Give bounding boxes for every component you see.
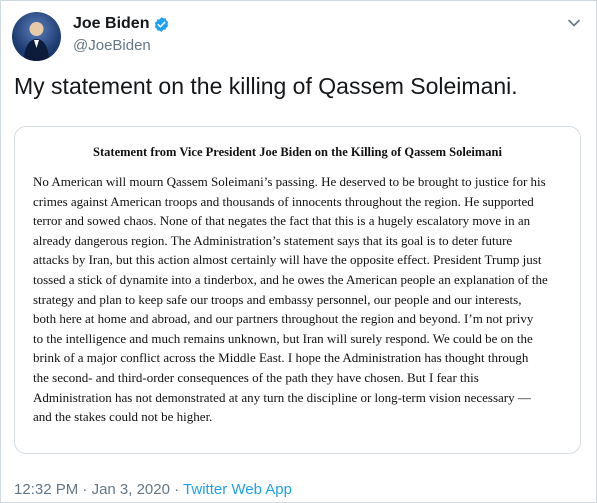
statement-title: Statement from Vice President Joe Biden … <box>93 145 502 159</box>
tweet-source-link[interactable]: Twitter Web App <box>183 481 292 498</box>
avatar-photo-icon <box>24 22 49 61</box>
statement-line: tossed a stick of dynamite into a tinder… <box>33 271 548 287</box>
author-name[interactable]: Joe Biden <box>73 15 170 33</box>
statement-line: No American will mourn Qassem Soleimani’… <box>33 174 546 189</box>
statement-line: Administration has not demonstrated at a… <box>33 389 531 405</box>
statement-line: attacks by Iran, but this action almost … <box>33 252 542 268</box>
avatar[interactable] <box>12 12 61 61</box>
author-handle[interactable]: @JoeBiden <box>73 37 151 54</box>
statement-line: brink of a major conflict across the Mid… <box>33 350 529 366</box>
statement-image-card[interactable]: Statement from Vice President Joe Biden … <box>14 126 581 454</box>
tweet-time[interactable]: 12:32 PM <box>14 481 78 498</box>
verified-badge-icon <box>155 16 169 32</box>
statement-body: No American will mourn Qassem Soleimani’… <box>33 172 548 427</box>
statement-line: the second- and third-order consequences… <box>33 369 479 385</box>
tweet-date[interactable]: Jan 3, 2020 <box>92 481 170 498</box>
statement-line: terror and sowed chaos. None of that neg… <box>33 213 531 229</box>
chevron-down-icon[interactable] <box>567 16 581 30</box>
tweet-metadata: 12:32 PM · Jan 3, 2020 · Twitter Web App <box>14 481 292 498</box>
statement-line: strategy and plan to keep safe our troop… <box>33 291 522 307</box>
author-name-text[interactable]: Joe Biden <box>73 15 149 33</box>
statement-line: and the stakes could not be higher. <box>33 409 213 425</box>
statement-line: already dangerous region. The Administra… <box>33 232 513 248</box>
statement-line: crimes against American troops and thous… <box>33 193 534 209</box>
meta-separator: · <box>174 481 180 498</box>
tweet-text: My statement on the killing of Qassem So… <box>14 73 518 99</box>
statement-line: to the intelligence and much remains unk… <box>33 330 533 346</box>
statement-line: both here at home and abroad, and our pa… <box>33 311 534 327</box>
meta-separator: · <box>82 481 88 498</box>
